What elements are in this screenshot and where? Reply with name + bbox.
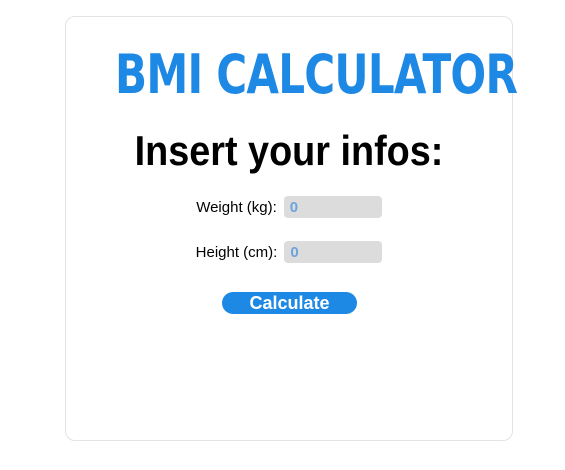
calculator-card: BMI CALCULATOR Insert your infos: Weight… — [65, 16, 518, 441]
height-row: Height (cm): — [66, 240, 512, 264]
weight-input[interactable] — [283, 196, 382, 218]
weight-row: Weight (kg): — [66, 195, 512, 219]
app-title: BMI CALCULATOR — [115, 43, 518, 106]
height-label: Height (cm): — [195, 243, 278, 261]
height-input[interactable] — [284, 241, 383, 263]
form-heading: Insert your infos: — [134, 127, 444, 174]
calculate-button[interactable]: Calculate — [222, 292, 357, 314]
weight-label: Weight (kg): — [196, 198, 277, 216]
